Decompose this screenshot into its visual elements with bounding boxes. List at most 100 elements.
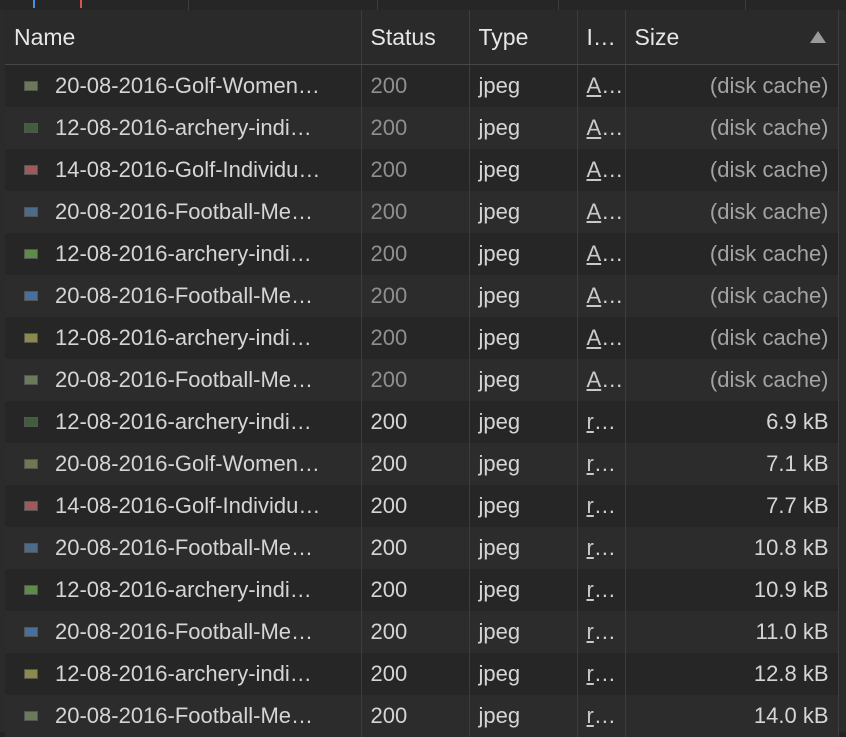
- image-thumbnail-icon: [24, 459, 38, 469]
- initiator-link[interactable]: r…: [587, 451, 616, 476]
- request-name-cell[interactable]: 20-08-2016-Golf-Women…: [5, 443, 362, 485]
- image-thumbnail-icon: [24, 249, 38, 259]
- initiator-link[interactable]: r…: [587, 619, 616, 644]
- table-row[interactable]: 20-08-2016-Golf-Women… 200 jpeg A… (disk cac…: [5, 64, 839, 107]
- request-type: jpeg: [469, 149, 578, 191]
- initiator-link[interactable]: A…: [587, 157, 624, 182]
- request-name-cell[interactable]: 12-08-2016-archery-indi…: [5, 569, 362, 611]
- table-row[interactable]: 20-08-2016-Football-Me… 200 jpeg A… (disk ca…: [5, 275, 839, 317]
- request-initiator-cell[interactable]: A…: [577, 317, 626, 359]
- request-initiator-cell[interactable]: A…: [577, 191, 626, 233]
- table-row[interactable]: 12-08-2016-archery-indi… 200 jpeg A… (disk c…: [5, 107, 839, 149]
- image-thumbnail-icon: [24, 543, 38, 553]
- request-name: 20-08-2016-Football-Me…: [55, 367, 314, 392]
- request-initiator-cell[interactable]: A…: [577, 149, 626, 191]
- request-initiator-cell[interactable]: A…: [577, 64, 626, 107]
- initiator-link[interactable]: r…: [587, 577, 616, 602]
- table-row[interactable]: 20-08-2016-Golf-Women… 200 jpeg r… 7.1 kB: [5, 443, 839, 485]
- request-initiator-cell[interactable]: r…: [577, 695, 626, 737]
- table-row[interactable]: 12-08-2016-archery-indi… 200 jpeg A… (disk c…: [5, 233, 839, 275]
- image-thumbnail-icon: [24, 627, 38, 637]
- request-type: jpeg: [469, 317, 578, 359]
- column-header-size-label: Size: [634, 23, 680, 50]
- request-status: 200: [361, 653, 470, 695]
- table-row[interactable]: 14-08-2016-Golf-Individu… 200 jpeg A… (disk …: [5, 149, 839, 191]
- request-initiator-cell[interactable]: r…: [577, 569, 626, 611]
- request-size: (disk cache): [625, 317, 839, 359]
- table-row[interactable]: 20-08-2016-Football-Me… 200 jpeg A… (disk ca…: [5, 191, 839, 233]
- request-name-cell[interactable]: 12-08-2016-archery-indi…: [5, 653, 362, 695]
- request-size: (disk cache): [625, 107, 839, 149]
- request-initiator-cell[interactable]: r…: [577, 611, 626, 653]
- initiator-link[interactable]: A…: [587, 367, 624, 392]
- request-name-cell[interactable]: 12-08-2016-archery-indi…: [5, 233, 362, 275]
- request-size: (disk cache): [625, 64, 839, 107]
- request-name: 12-08-2016-archery-indi…: [55, 577, 312, 602]
- image-thumbnail-icon: [24, 375, 38, 385]
- table-row[interactable]: 12-08-2016-archery-indi… 200 jpeg r… 6.9 kB: [5, 401, 839, 443]
- request-name-cell[interactable]: 14-08-2016-Golf-Individu…: [5, 485, 362, 527]
- request-status: 200: [361, 317, 470, 359]
- request-name: 20-08-2016-Football-Me…: [55, 535, 314, 560]
- image-thumbnail-icon: [24, 669, 38, 679]
- table-row[interactable]: 20-08-2016-Football-Me… 200 jpeg r… 11.0 kB: [5, 611, 839, 653]
- image-thumbnail-icon: [24, 291, 38, 301]
- table-row[interactable]: 12-08-2016-archery-indi… 200 jpeg r… 10.9 kB: [5, 569, 839, 611]
- column-header-initiator[interactable]: I…: [577, 10, 626, 65]
- request-initiator-cell[interactable]: r…: [577, 653, 626, 695]
- request-initiator-cell[interactable]: A…: [577, 359, 626, 401]
- table-row[interactable]: 12-08-2016-archery-indi… 200 jpeg A… (disk c…: [5, 317, 839, 359]
- initiator-link[interactable]: A…: [587, 283, 624, 308]
- initiator-link[interactable]: r…: [587, 493, 616, 518]
- request-name-cell[interactable]: 14-08-2016-Golf-Individu…: [5, 149, 362, 191]
- column-header-status[interactable]: Status: [361, 10, 470, 65]
- initiator-link[interactable]: r…: [587, 661, 616, 686]
- request-name-cell[interactable]: 20-08-2016-Football-Me…: [5, 527, 362, 569]
- initiator-link[interactable]: A…: [587, 241, 624, 266]
- request-initiator-cell[interactable]: r…: [577, 401, 626, 443]
- request-size: (disk cache): [625, 191, 839, 233]
- table-row[interactable]: 12-08-2016-archery-indi… 200 jpeg r… 12.8 kB: [5, 653, 839, 695]
- column-header-type[interactable]: Type: [469, 10, 578, 65]
- timeline-load-marker: [80, 0, 82, 8]
- request-name-cell[interactable]: 12-08-2016-archery-indi…: [5, 107, 362, 149]
- request-initiator-cell[interactable]: A…: [577, 107, 626, 149]
- request-name-cell[interactable]: 12-08-2016-archery-indi…: [5, 317, 362, 359]
- initiator-link[interactable]: A…: [587, 115, 624, 140]
- initiator-link[interactable]: r…: [587, 535, 616, 560]
- request-initiator-cell[interactable]: r…: [577, 485, 626, 527]
- request-initiator-cell[interactable]: A…: [577, 233, 626, 275]
- request-initiator-cell[interactable]: r…: [577, 443, 626, 485]
- request-name-cell[interactable]: 12-08-2016-archery-indi…: [5, 401, 362, 443]
- column-header-size[interactable]: Size: [625, 10, 839, 65]
- request-type: jpeg: [469, 485, 578, 527]
- request-type: jpeg: [469, 64, 578, 107]
- request-name-cell[interactable]: 20-08-2016-Football-Me…: [5, 191, 362, 233]
- request-name-cell[interactable]: 20-08-2016-Golf-Women…: [5, 64, 362, 107]
- scrollbar-track[interactable]: [838, 10, 846, 732]
- initiator-link[interactable]: A…: [587, 73, 624, 98]
- request-type: jpeg: [469, 191, 578, 233]
- initiator-link[interactable]: r…: [587, 409, 616, 434]
- table-row[interactable]: 20-08-2016-Football-Me… 200 jpeg A… (disk ca…: [5, 359, 839, 401]
- request-initiator-cell[interactable]: A…: [577, 275, 626, 317]
- request-name: 14-08-2016-Golf-Individu…: [55, 157, 321, 182]
- initiator-link[interactable]: A…: [587, 325, 624, 350]
- request-name-cell[interactable]: 20-08-2016-Football-Me…: [5, 359, 362, 401]
- image-thumbnail-icon: [24, 207, 38, 217]
- column-header-name[interactable]: Name: [5, 10, 362, 65]
- initiator-link[interactable]: r…: [587, 703, 616, 728]
- request-name-cell[interactable]: 20-08-2016-Football-Me…: [5, 695, 362, 737]
- request-name-cell[interactable]: 20-08-2016-Football-Me…: [5, 611, 362, 653]
- request-name-cell[interactable]: 20-08-2016-Football-Me…: [5, 275, 362, 317]
- request-initiator-cell[interactable]: r…: [577, 527, 626, 569]
- image-thumbnail-icon: [24, 501, 38, 511]
- table-row[interactable]: 20-08-2016-Football-Me… 200 jpeg r… 10.8 kB: [5, 527, 839, 569]
- initiator-link[interactable]: A…: [587, 199, 624, 224]
- table-row[interactable]: 20-08-2016-Football-Me… 200 jpeg r… 14.0 kB: [5, 695, 839, 737]
- request-name: 20-08-2016-Golf-Women…: [55, 73, 320, 98]
- table-row[interactable]: 14-08-2016-Golf-Individu… 200 jpeg r… 7.7 kB: [5, 485, 839, 527]
- request-status: 200: [361, 191, 470, 233]
- request-type: jpeg: [469, 107, 578, 149]
- request-status: 200: [361, 569, 470, 611]
